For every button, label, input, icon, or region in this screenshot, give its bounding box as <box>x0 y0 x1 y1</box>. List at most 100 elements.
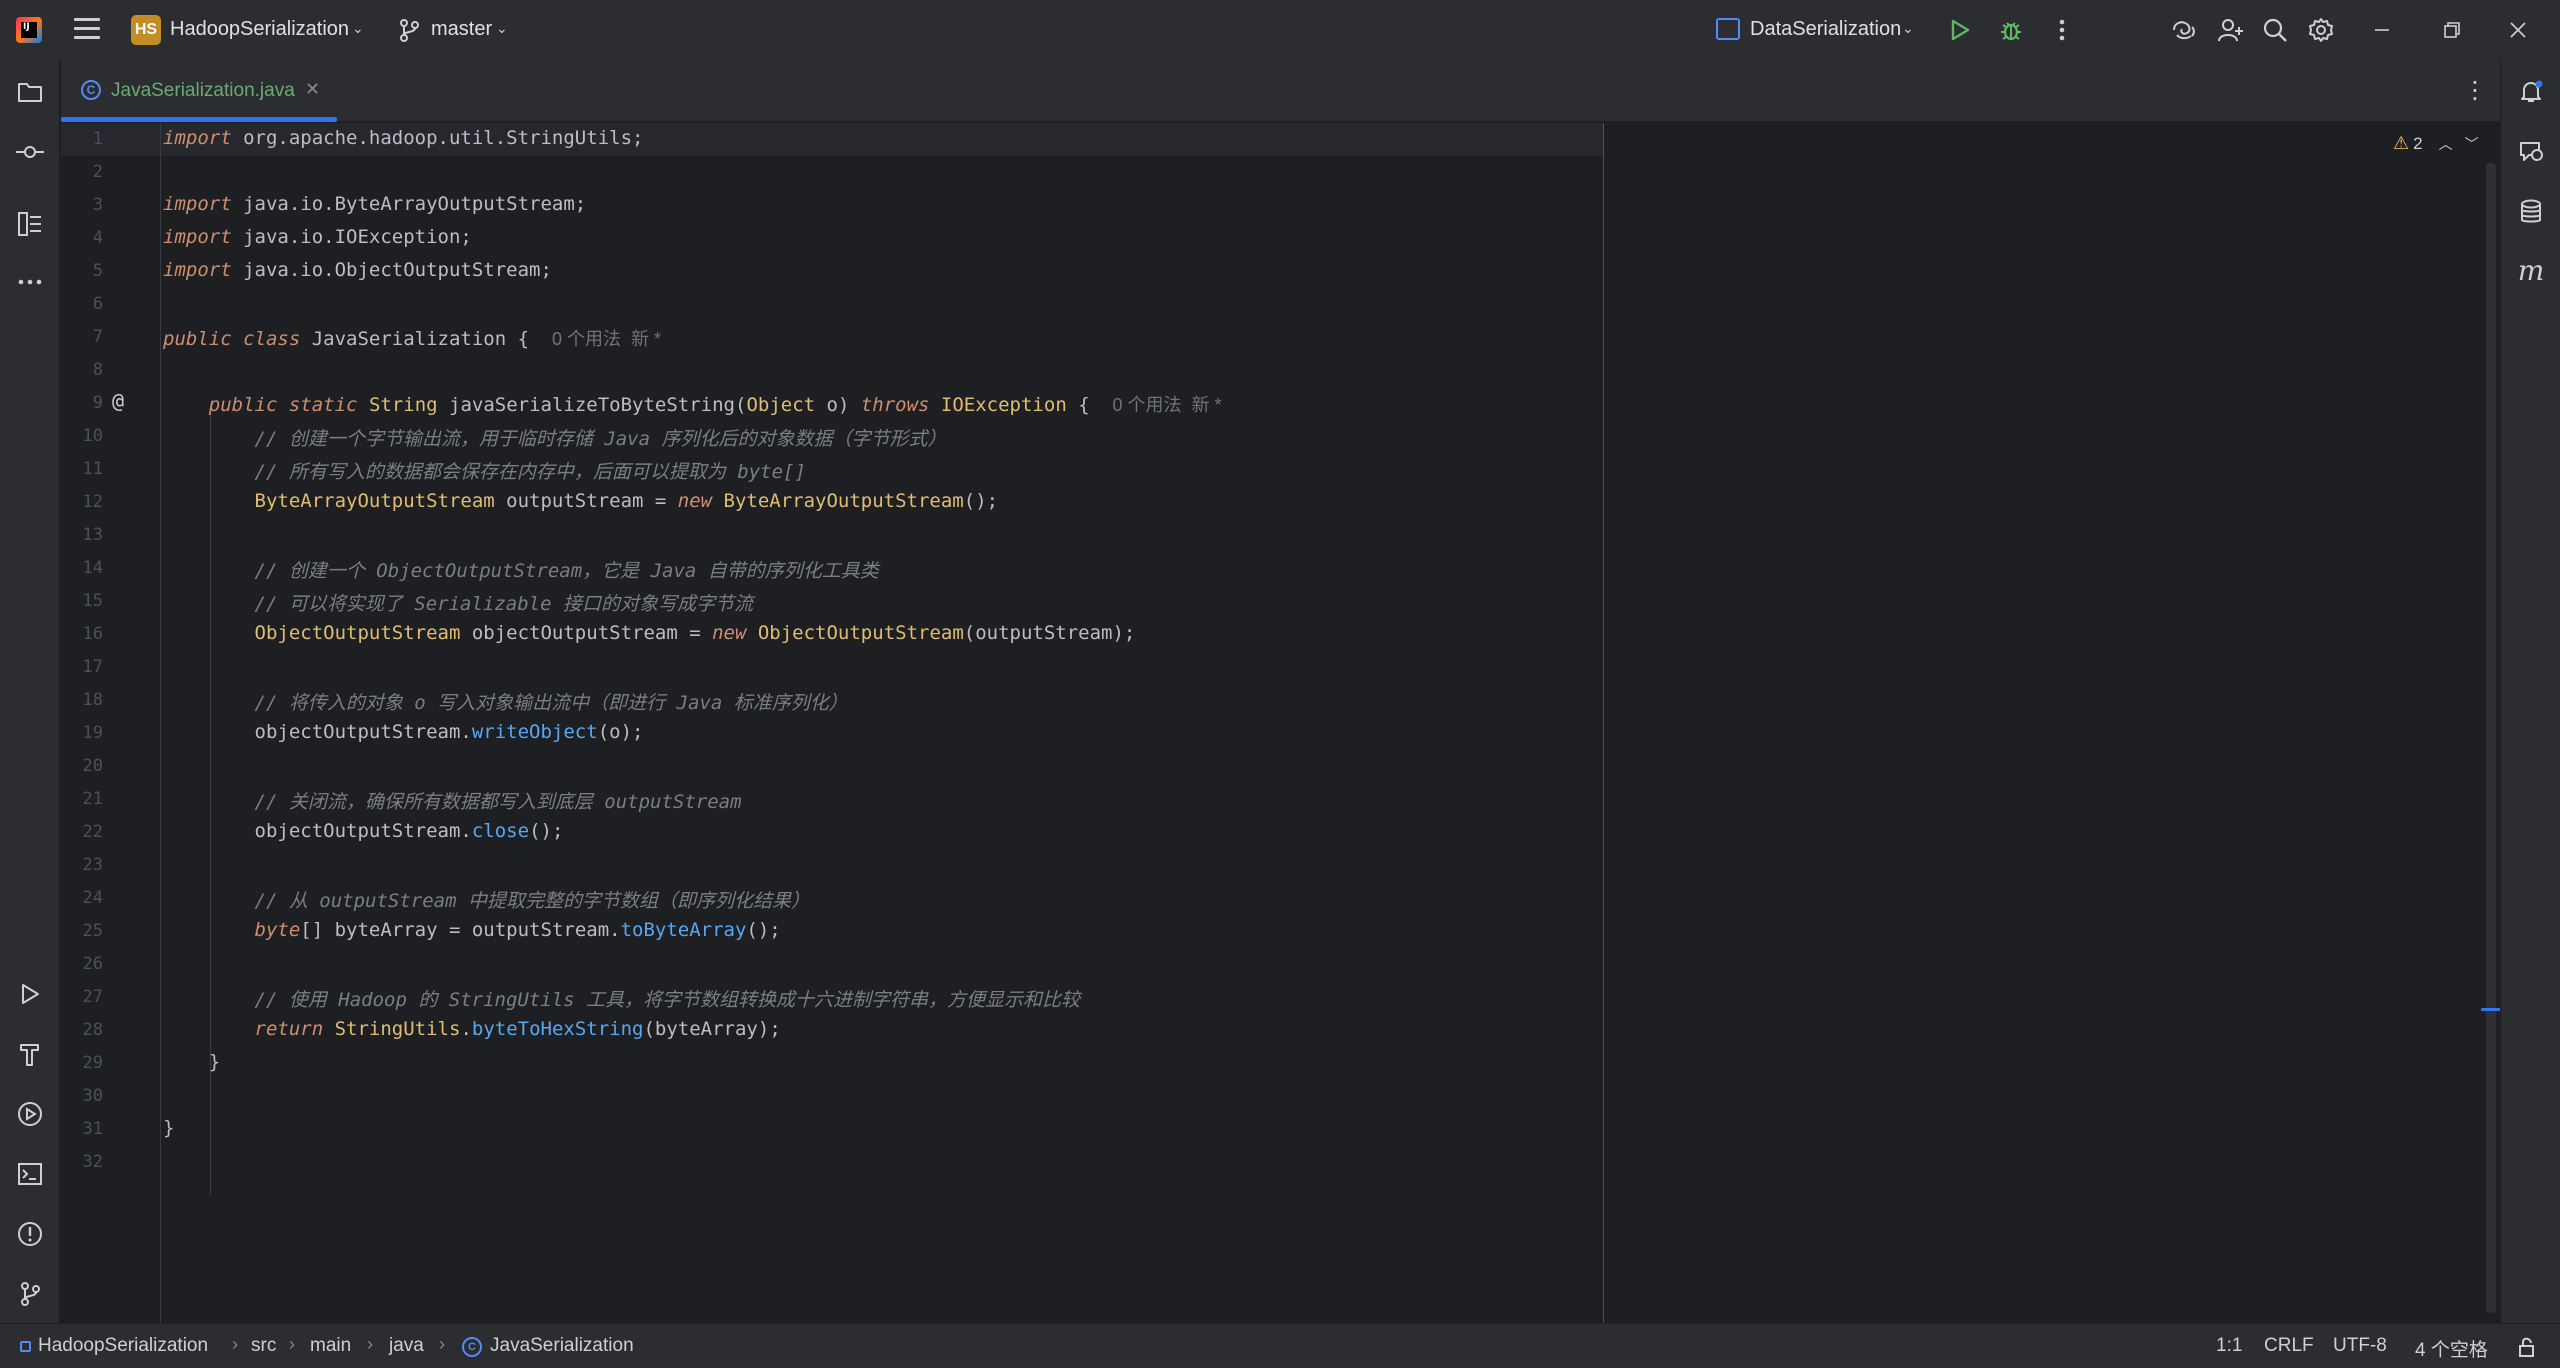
line-number: 31 <box>82 1119 103 1139</box>
code-line-7: public class JavaSerialization { 0 个用法 新… <box>163 328 661 350</box>
project-badge[interactable]: HS <box>131 15 161 45</box>
code-line-29: } <box>208 1051 221 1073</box>
run-tool-icon[interactable] <box>14 978 46 1010</box>
code-line-27: // 使用 Hadoop 的 StringUtils 工具，将字节数组转换成十六… <box>254 989 1081 1011</box>
code-line-24: // 从 outputStream 中提取完整的字节数组（即序列化结果） <box>254 890 810 912</box>
right-tool-strip: m <box>2500 60 2560 1323</box>
search-icon[interactable] <box>2259 14 2291 46</box>
run-icon[interactable] <box>1944 14 1976 46</box>
line-number: 22 <box>82 822 103 842</box>
close-tab-icon[interactable]: ✕ <box>305 79 320 100</box>
line-number: 16 <box>82 624 103 644</box>
services-icon[interactable] <box>14 1098 46 1130</box>
line-number: 30 <box>82 1086 103 1106</box>
vertical-scrollbar[interactable] <box>2486 163 2496 1313</box>
code-line-19: objectOutputStream.writeObject(o); <box>254 721 644 743</box>
commit-icon[interactable] <box>14 136 46 168</box>
notifications-bell-icon[interactable] <box>2515 76 2547 108</box>
chevron-right-icon: › <box>289 1334 295 1354</box>
usage-hint[interactable]: 0 个用法 新 * <box>1113 395 1222 415</box>
line-number: 3 <box>92 195 103 215</box>
scrollbar-marker <box>2481 1008 2500 1011</box>
line-separator[interactable]: CRLF <box>2264 1335 2314 1357</box>
settings-gear-icon[interactable] <box>2305 14 2337 46</box>
override-marker-icon[interactable]: @ <box>106 389 130 413</box>
line-number: 12 <box>82 492 103 512</box>
line-number: 27 <box>82 987 103 1007</box>
line-number: 13 <box>82 525 103 545</box>
problems-icon[interactable] <box>14 1218 46 1250</box>
ai-chat-icon[interactable] <box>2515 136 2547 168</box>
structure-icon[interactable] <box>14 208 46 240</box>
code-line-11: // 所有写入的数据都会保存在内存中，后面可以提取为 byte[] <box>254 461 806 483</box>
code-editor[interactable]: @ 1 2 3 4 5 6 7 8 9 10 11 12 13 14 15 16 17 18 19 20 21 22 23 2… <box>61 123 2500 1323</box>
more-tools-icon[interactable] <box>14 266 46 298</box>
git-branch-icon[interactable] <box>398 18 420 42</box>
chevron-right-icon: › <box>439 1334 445 1354</box>
next-highlight-icon[interactable]: ﹀ <box>2465 134 2479 154</box>
breadcrumb-java[interactable]: java <box>389 1335 424 1357</box>
line-number: 24 <box>82 888 103 908</box>
code-line-31: } <box>163 1117 175 1139</box>
code-line-18: // 将传入的对象 o 写入对象输出流中（即进行 Java 标准序列化） <box>254 692 848 714</box>
line-number: 2 <box>92 162 103 182</box>
database-icon[interactable] <box>2515 196 2547 228</box>
line-number: 6 <box>92 294 103 314</box>
tab-javaserialization[interactable]: C JavaSerialization.java ✕ <box>61 60 337 122</box>
line-number: 10 <box>82 426 103 446</box>
tab-options-icon[interactable]: ⋮ <box>2463 76 2487 105</box>
usage-hint[interactable]: 0 个用法 新 * <box>552 329 661 349</box>
right-margin-guide <box>1603 123 1604 1323</box>
version-control-icon[interactable] <box>14 1278 46 1310</box>
line-number: 29 <box>82 1053 103 1073</box>
breadcrumb-class[interactable]: JavaSerialization <box>490 1335 634 1357</box>
breadcrumb-src[interactable]: src <box>251 1335 276 1357</box>
run-config-name[interactable]: DataSerialization <box>1750 18 1901 41</box>
lock-icon[interactable] <box>2517 1336 2537 1358</box>
ai-assistant-icon[interactable] <box>2168 14 2200 46</box>
chevron-down-icon[interactable]: ⌄ <box>496 20 508 37</box>
minimize-icon[interactable] <box>2366 14 2398 46</box>
inspection-widget[interactable]: ⚠ 2 ︿ ﹀ <box>2393 133 2479 154</box>
previous-highlight-icon[interactable]: ︿ <box>2439 134 2453 154</box>
status-bar: HadoopSerialization › src › main › java … <box>0 1323 2560 1368</box>
class-icon: C <box>81 80 101 100</box>
caret-position[interactable]: 1:1 <box>2216 1335 2242 1357</box>
close-window-icon[interactable] <box>2502 14 2534 46</box>
line-number: 5 <box>92 261 103 281</box>
line-number: 9 <box>92 393 103 413</box>
breadcrumb-main[interactable]: main <box>310 1335 351 1357</box>
terminal-icon[interactable] <box>14 1158 46 1190</box>
chevron-right-icon: › <box>232 1334 238 1354</box>
code-line-28: return StringUtils.byteToHexString(byteA… <box>254 1018 781 1040</box>
run-config-icon[interactable] <box>1716 18 1740 40</box>
project-name[interactable]: HadoopSerialization <box>170 18 349 41</box>
intellij-logo-icon[interactable]: IJ <box>16 17 42 43</box>
branch-name[interactable]: master <box>431 18 492 41</box>
line-number: 25 <box>82 921 103 941</box>
code-line-12: ByteArrayOutputStream outputStream = new… <box>254 490 999 512</box>
maven-icon[interactable]: m <box>2515 254 2547 287</box>
line-number: 1 <box>92 129 103 149</box>
more-actions-icon[interactable] <box>2046 14 2078 46</box>
restore-icon[interactable] <box>2436 14 2468 46</box>
chevron-down-icon[interactable]: ⌄ <box>352 20 364 37</box>
line-number: 18 <box>82 690 103 710</box>
active-tab-indicator <box>61 117 337 122</box>
main-menu-icon[interactable] <box>74 18 100 40</box>
indent-setting[interactable]: 4 个空格 <box>2415 1335 2488 1362</box>
line-number: 23 <box>82 855 103 875</box>
breadcrumb-project[interactable]: HadoopSerialization <box>38 1335 208 1357</box>
code-line-10: // 创建一个字节输出流，用于临时存储 Java 序列化后的对象数据（字节形式） <box>254 428 947 450</box>
line-number: 8 <box>92 360 103 380</box>
debug-icon[interactable] <box>1995 14 2027 46</box>
editor-tab-bar: C JavaSerialization.java ✕ ⋮ <box>61 60 2500 122</box>
add-user-icon[interactable] <box>2215 14 2247 46</box>
build-hammer-icon[interactable] <box>14 1038 46 1070</box>
class-icon: C <box>462 1337 482 1357</box>
warning-count: 2 <box>2413 133 2423 153</box>
code-line-1: import org.apache.hadoop.util.StringUtil… <box>163 127 644 149</box>
file-encoding[interactable]: UTF-8 <box>2333 1335 2387 1357</box>
chevron-down-icon[interactable]: ⌄ <box>1902 20 1914 37</box>
project-folder-icon[interactable] <box>14 76 46 108</box>
